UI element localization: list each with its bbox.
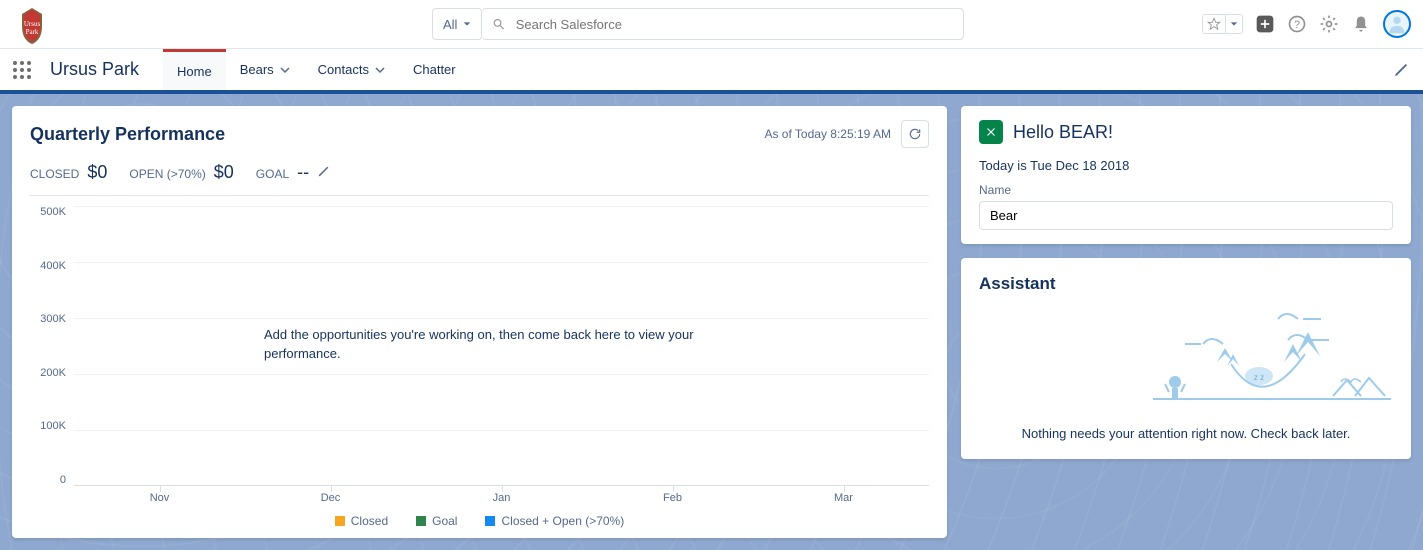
x-tick: Nov [74,492,245,504]
metric-label: CLOSED [30,167,79,181]
chevron-down-icon[interactable] [280,65,290,75]
x-tick: Jan [416,492,587,504]
notifications-bell-icon[interactable] [1351,14,1371,34]
metric-value: $0 [87,162,107,183]
as-of-label: As of Today 8:25:19 AM [764,127,891,141]
y-tick: 400K [30,260,66,272]
svg-text:?: ? [1294,19,1300,31]
content-area: Quarterly Performance As of Today 8:25:1… [0,90,1423,550]
nav-tab-label: Contacts [318,62,369,77]
assistant-title: Assistant [979,274,1393,294]
nav-tab-chatter[interactable]: Chatter [399,49,470,90]
legend-item: Goal [416,514,457,528]
y-tick: 300K [30,313,66,325]
chart-x-axis: NovDecJanFebMar [74,486,929,504]
legend-item: Closed + Open (>70%) [485,514,624,528]
search-icon [492,17,505,31]
legend-swatch [335,516,345,526]
metric-value: -- [297,162,309,183]
global-search: All [432,8,964,40]
nav-tab-home[interactable]: Home [163,49,226,90]
global-add-button[interactable] [1255,14,1275,34]
legend-label: Goal [432,514,457,528]
nav-tab-label: Chatter [413,62,456,77]
chart-empty-message: Add the opportunities you're working on,… [264,326,724,364]
legend-label: Closed [351,514,388,528]
header-utilities: ? [1202,10,1411,38]
search-box[interactable] [482,8,964,40]
hello-component-icon [979,120,1003,144]
assistant-card: Assistant [961,258,1411,459]
hello-title: Hello BEAR! [1013,122,1113,143]
chart-plot-area: Add the opportunities you're working on,… [74,206,929,486]
hello-date: Today is Tue Dec 18 2018 [979,158,1393,173]
metric-goal: GOAL -- [256,162,330,183]
app-name: Ursus Park [50,59,139,80]
name-input[interactable] [979,201,1393,230]
setup-gear-icon[interactable] [1319,14,1339,34]
hello-card: Hello BEAR! Today is Tue Dec 18 2018 Nam… [961,106,1411,244]
x-tick: Mar [758,492,929,504]
star-icon[interactable] [1203,15,1226,33]
name-field-label: Name [979,183,1393,197]
favorites-control[interactable] [1202,14,1243,34]
svg-text:Ursus: Ursus [24,20,41,28]
app-navbar: Ursus Park Home Bears Contacts Chatter [0,48,1423,90]
assistant-illustration: z z [979,304,1393,414]
legend-swatch [485,516,495,526]
nav-tab-bears[interactable]: Bears [226,49,304,90]
side-column: Hello BEAR! Today is Tue Dec 18 2018 Nam… [961,106,1411,459]
edit-nav-pencil-icon[interactable] [1391,60,1411,80]
y-tick: 0 [30,474,66,486]
help-icon[interactable]: ? [1287,14,1307,34]
y-tick: 200K [30,367,66,379]
perf-title: Quarterly Performance [30,124,225,145]
metric-value: $0 [214,162,234,183]
chart-legend: Closed Goal Closed + Open (>70%) [30,514,929,528]
svg-text:z z: z z [1254,373,1264,382]
user-avatar[interactable] [1383,10,1411,38]
org-logo: UrsusPark [12,6,52,42]
metric-label: OPEN (>70%) [129,167,205,181]
nav-tab-label: Home [177,64,212,79]
quarterly-performance-card: Quarterly Performance As of Today 8:25:1… [12,106,947,538]
search-scope-label: All [443,17,457,32]
edit-goal-pencil-icon[interactable] [317,165,330,178]
metric-label: GOAL [256,167,289,181]
search-input[interactable] [516,17,954,32]
metric-closed: CLOSED $0 [30,162,107,183]
nav-tab-contacts[interactable]: Contacts [304,49,399,90]
metric-open: OPEN (>70%) $0 [129,162,233,183]
legend-label: Closed + Open (>70%) [501,514,624,528]
refresh-button[interactable] [901,120,929,148]
legend-item: Closed [335,514,388,528]
y-tick: 500K [30,206,66,218]
x-tick: Dec [245,492,416,504]
nav-tabs: Home Bears Contacts Chatter [163,49,470,90]
refresh-icon [908,127,922,141]
nav-tab-label: Bears [240,62,274,77]
chart-y-axis: 500K 400K 300K 200K 100K 0 [30,206,74,486]
chevron-down-icon[interactable] [375,65,385,75]
perf-chart: 500K 400K 300K 200K 100K 0 Add the opportunit… [30,206,929,486]
app-launcher-icon[interactable] [12,60,32,80]
caret-down-icon[interactable] [1226,15,1242,33]
search-scope-button[interactable]: All [432,8,482,40]
perf-metrics: CLOSED $0 OPEN (>70%) $0 GOAL -- [30,162,929,196]
caret-down-icon [463,20,471,28]
y-tick: 100K [30,420,66,432]
legend-swatch [416,516,426,526]
assistant-message: Nothing needs your attention right now. … [979,426,1393,441]
global-header: UrsusPark All ? [0,0,1423,48]
x-tick: Feb [587,492,758,504]
svg-text:Park: Park [26,28,39,36]
